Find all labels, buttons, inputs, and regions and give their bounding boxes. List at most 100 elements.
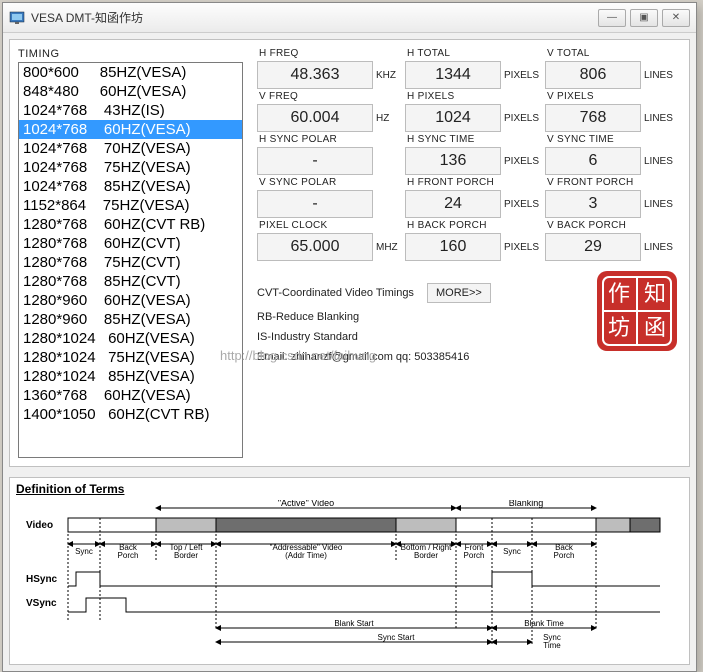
timing-list-item[interactable]: 800*600 85HZ(VESA) [19,63,242,82]
timing-list-item[interactable]: 1280*768 60HZ(CVT) [19,234,242,253]
timing-list-item[interactable]: 1024*768 70HZ(VESA) [19,139,242,158]
app-icon [9,10,25,26]
timing-list-item[interactable]: 1280*1024 75HZ(VESA) [19,348,242,367]
field-value-hfrontporch: 24 [405,190,501,218]
field-unit-vpixels: LINES [641,113,681,124]
field-unit-hfreq: KHZ [373,70,405,81]
timing-list-item[interactable]: 1152*864 75HZ(VESA) [19,196,242,215]
info-cvt: CVT-Coordinated Video Timings [257,287,414,299]
timing-diagram: Video "Active" Video Blanking Sync [16,500,676,655]
field-unit-vfrontporch: LINES [641,199,681,210]
timing-list-item[interactable]: 1024*768 43HZ(IS) [19,101,242,120]
timing-list-item[interactable]: 1400*1050 60HZ(CVT RB) [19,405,242,424]
field-label-vsynctime: V SYNC TIME [545,134,641,145]
svg-text:作: 作 [608,281,630,306]
info-block: CVT-Coordinated Video Timings MORE>> RB-… [257,275,681,371]
field-value-vbackporch: 29 [545,233,641,261]
timing-list-item[interactable]: 1280*1024 85HZ(VESA) [19,367,242,386]
field-value-hpixels: 1024 [405,104,501,132]
svg-text:Sync: Sync [75,547,93,556]
timing-list-item[interactable]: 1280*960 85HZ(VESA) [19,310,242,329]
timing-label: TIMING [18,48,243,60]
field-unit-vsynctime: LINES [641,156,681,167]
timing-list-item[interactable]: 1280*960 60HZ(VESA) [19,291,242,310]
svg-text:Top / LeftBorder: Top / LeftBorder [170,543,204,560]
field-unit-hbackporch: PIXELS [501,242,545,253]
svg-text:知: 知 [644,281,666,306]
titlebar[interactable]: VESA DMT-知函作坊 — ▣ ✕ [3,3,696,33]
timing-list-item[interactable]: 1280*1024 60HZ(VESA) [19,329,242,348]
field-unit-hsynctime: PIXELS [501,156,545,167]
field-label-vsyncpolar: V SYNC POLAR [257,177,373,188]
field-label-vfrontporch: V FRONT PORCH [545,177,641,188]
field-label-hsynctime: H SYNC TIME [405,134,501,145]
field-unit-vbackporch: LINES [641,242,681,253]
field-value-vfrontporch: 3 [545,190,641,218]
field-unit-vtotal: LINES [641,70,681,81]
field-value-vfreq: 60.004 [257,104,373,132]
field-value-pixelclock: 65.000 [257,233,373,261]
field-label-vtotal: V TOTAL [545,48,641,59]
field-unit-hfrontporch: PIXELS [501,199,545,210]
field-label-vbackporch: V BACK PORCH [545,220,641,231]
timing-list-item[interactable]: 1280*768 75HZ(CVT) [19,253,242,272]
svg-text:BackPorch: BackPorch [554,543,575,560]
field-label-hbackporch: H BACK PORCH [405,220,501,231]
svg-text:VSync: VSync [26,598,57,609]
field-unit-pixelclock: MHZ [373,242,405,253]
field-label-vfreq: V FREQ [257,91,373,102]
field-value-vsynctime: 6 [545,147,641,175]
field-value-vpixels: 768 [545,104,641,132]
field-value-vsyncpolar: - [257,190,373,218]
window-title: VESA DMT-知函作坊 [31,9,598,26]
timing-list-item[interactable]: 1280*768 60HZ(CVT RB) [19,215,242,234]
timing-list-item[interactable]: 1360*768 60HZ(VESA) [19,386,242,405]
maximize-button[interactable]: ▣ [630,9,658,27]
svg-text:Blank Time: Blank Time [524,619,564,628]
svg-text:坊: 坊 [608,315,630,340]
definition-title: Definition of Terms [16,482,683,496]
close-button[interactable]: ✕ [662,9,690,27]
svg-text:FrontPorch: FrontPorch [464,543,485,560]
svg-text:Blanking: Blanking [509,500,544,508]
field-label-hfrontporch: H FRONT PORCH [405,177,501,188]
app-window: VESA DMT-知函作坊 — ▣ ✕ TIMING 800*600 85HZ(… [2,2,697,672]
svg-text:Sync: Sync [503,547,521,556]
field-value-hsyncpolar: - [257,147,373,175]
svg-text:Video: Video [26,520,53,531]
field-label-hsyncpolar: H SYNC POLAR [257,134,373,145]
svg-text:"Addressable" Video(Addr Time): "Addressable" Video(Addr Time) [270,543,343,560]
content-area: TIMING 800*600 85HZ(VESA)848*480 60HZ(VE… [3,33,696,671]
svg-text:函: 函 [644,315,666,340]
timing-list-item[interactable]: 1280*768 85HZ(CVT) [19,272,242,291]
more-button[interactable]: MORE>> [427,283,491,303]
svg-text:SyncTime: SyncTime [543,633,561,650]
timing-list-item[interactable]: 1024*768 75HZ(VESA) [19,158,242,177]
svg-text:Bottom / RightBorder: Bottom / RightBorder [401,543,452,560]
stamp-seal: 作 知 坊 函 [595,269,679,353]
field-label-hpixels: H PIXELS [405,91,501,102]
svg-text:Sync Start: Sync Start [378,633,416,642]
fields-grid: H FREQH TOTALV TOTAL48.363KHZ1344PIXELS8… [257,48,681,261]
field-value-hfreq: 48.363 [257,61,373,89]
definition-panel: Definition of Terms Video [9,477,690,665]
svg-text:"Active" Video: "Active" Video [278,500,334,508]
timing-list[interactable]: 800*600 85HZ(VESA)848*480 60HZ(VESA)1024… [18,62,243,458]
field-value-hsynctime: 136 [405,147,501,175]
field-label-vpixels: V PIXELS [545,91,641,102]
timing-list-item[interactable]: 1024*768 85HZ(VESA) [19,177,242,196]
main-panel: TIMING 800*600 85HZ(VESA)848*480 60HZ(VE… [9,39,690,467]
svg-text:HSync: HSync [26,574,58,585]
timing-list-item[interactable]: 1024*768 60HZ(VESA) [19,120,242,139]
field-unit-htotal: PIXELS [501,70,545,81]
field-unit-hpixels: PIXELS [501,113,545,124]
field-label-pixelclock: PIXEL CLOCK [257,220,373,231]
field-value-htotal: 1344 [405,61,501,89]
field-unit-vfreq: HZ [373,113,405,124]
timing-list-item[interactable]: 848*480 60HZ(VESA) [19,82,242,101]
field-value-vtotal: 806 [545,61,641,89]
field-label-htotal: H TOTAL [405,48,501,59]
field-label-hfreq: H FREQ [257,48,373,59]
svg-text:Blank Start: Blank Start [334,619,374,628]
minimize-button[interactable]: — [598,9,626,27]
